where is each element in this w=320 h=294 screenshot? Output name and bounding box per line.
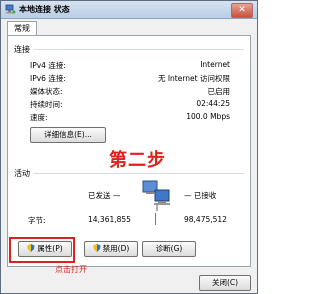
disable-button-label: 禁用(D) xyxy=(102,244,130,253)
duration-value: 02:44:25 xyxy=(196,99,230,108)
speed-label: 速度: xyxy=(30,113,48,122)
ipv4-value: Internet xyxy=(200,60,230,69)
ipv6-label: IPv6 连接: xyxy=(30,74,66,83)
media-state-label: 媒体状态: xyxy=(30,87,63,96)
close-icon: ✕ xyxy=(238,5,246,15)
tab-general[interactable]: 常规 xyxy=(7,21,37,36)
connection-divider xyxy=(34,49,244,50)
speed-value: 100.0 Mbps xyxy=(186,112,230,121)
sent-label: 已发送 — xyxy=(88,191,121,200)
ipv4-label: IPv4 连接: xyxy=(30,61,66,70)
duration-label: 持续时间: xyxy=(30,100,63,109)
bytes-label: 字节: xyxy=(28,216,46,225)
network-connection-icon xyxy=(5,4,16,14)
step-annotation: 第二步 xyxy=(109,150,166,171)
title-close-button[interactable]: ✕ xyxy=(231,3,253,18)
activity-section-title: 活动 xyxy=(14,169,30,178)
details-button[interactable]: 详细信息(E)... xyxy=(30,127,106,143)
activity-divider-tick xyxy=(155,213,156,225)
network-computers-icon xyxy=(142,180,170,211)
bytes-sent-value: 14,361,855 xyxy=(88,215,131,224)
uac-shield-icon xyxy=(93,244,101,252)
disable-button[interactable]: 禁用(D) xyxy=(84,241,138,257)
click-hint-annotation: 点击打开 xyxy=(55,265,87,274)
received-label: — 已接收 xyxy=(184,191,217,200)
ipv6-value: 无 Internet 访问权限 xyxy=(157,74,230,83)
window-title: 本地连接 状态 xyxy=(19,5,70,14)
tab-general-label: 常规 xyxy=(14,24,30,33)
connection-section-title: 连接 xyxy=(14,45,30,54)
highlight-box xyxy=(9,237,75,263)
bytes-received-value: 98,475,512 xyxy=(184,215,227,224)
diagnose-button[interactable]: 诊断(G) xyxy=(142,241,196,257)
close-button[interactable]: 关闭(C) xyxy=(199,275,251,291)
media-state-value: 已启用 xyxy=(207,87,231,96)
activity-divider xyxy=(34,173,244,174)
status-dialog: 本地连接 状态 ✕ 常规 连接 IPv4 连接: Internet IPv6 连… xyxy=(0,0,258,294)
title-bar[interactable]: 本地连接 状态 ✕ xyxy=(1,1,257,19)
